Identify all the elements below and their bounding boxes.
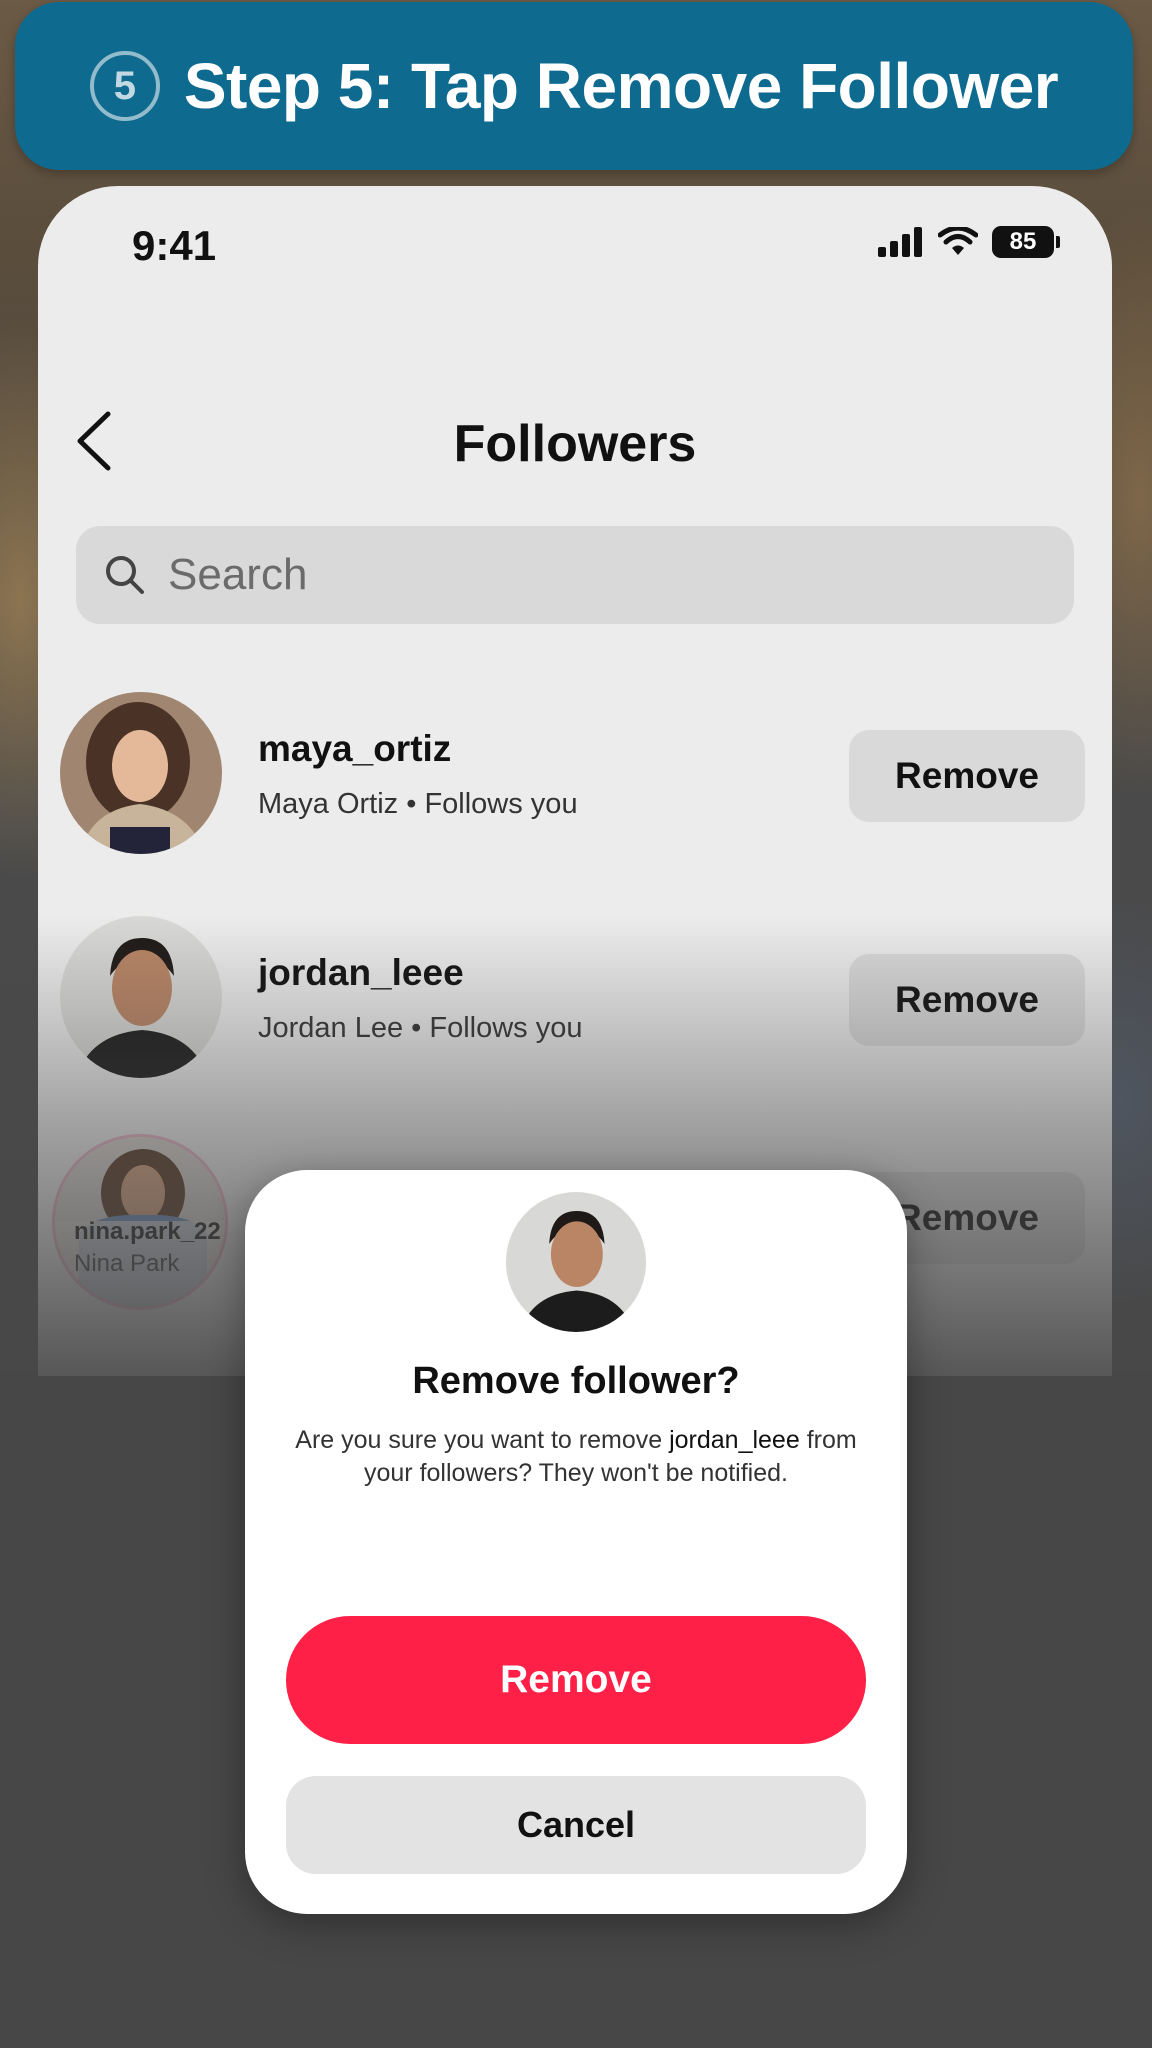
search-input[interactable] — [168, 550, 968, 600]
remove-follower-dialog: Remove follower? Are you sure you want t… — [245, 1170, 907, 1914]
page-title: Followers — [453, 415, 697, 473]
cancel-button[interactable]: Cancel — [286, 1776, 866, 1874]
follower-subtitle: Nina Park — [74, 1250, 180, 1277]
step-banner: 5 Step 5: Tap Remove Follower — [15, 2, 1133, 170]
status-icons: 85 — [878, 226, 1060, 258]
follower-username: jordan_leee — [258, 952, 464, 993]
step-number-badge: 5 — [89, 51, 160, 121]
battery-icon: 85 — [992, 226, 1060, 258]
follower-row[interactable]: maya_ortiz Maya Ortiz • Follows you Remo… — [38, 692, 1112, 862]
avatar — [60, 692, 222, 854]
status-time: 9:41 — [132, 222, 217, 269]
dialog-message-before: Are you sure you want to remove — [295, 1426, 670, 1454]
wifi-icon — [938, 227, 978, 255]
remove-button[interactable]: Remove — [849, 954, 1085, 1046]
follower-row[interactable]: jordan_leee Jordan Lee • Follows you Rem… — [38, 916, 1112, 1086]
dialog-message-username: jordan_leee — [669, 1426, 800, 1454]
search-bar[interactable] — [76, 526, 1074, 624]
dialog-message: Are you sure you want to remove jordan_l… — [285, 1424, 867, 1490]
follower-username: nina.park_22 — [74, 1218, 221, 1245]
follower-subtitle: Maya Ortiz • Follows you — [258, 788, 578, 820]
search-icon — [106, 556, 144, 594]
dialog-avatar — [506, 1192, 646, 1332]
follower-username: maya_ortiz — [258, 728, 452, 769]
dialog-title: Remove follower? — [412, 1360, 740, 1402]
follower-subtitle: Jordan Lee • Follows you — [258, 1012, 583, 1044]
confirm-remove-button[interactable]: Remove — [286, 1616, 866, 1744]
remove-button[interactable]: Remove — [849, 730, 1085, 822]
avatar — [60, 916, 222, 1078]
signal-icon — [878, 227, 922, 257]
step-title: Step 5: Tap Remove Follower — [183, 50, 1059, 122]
